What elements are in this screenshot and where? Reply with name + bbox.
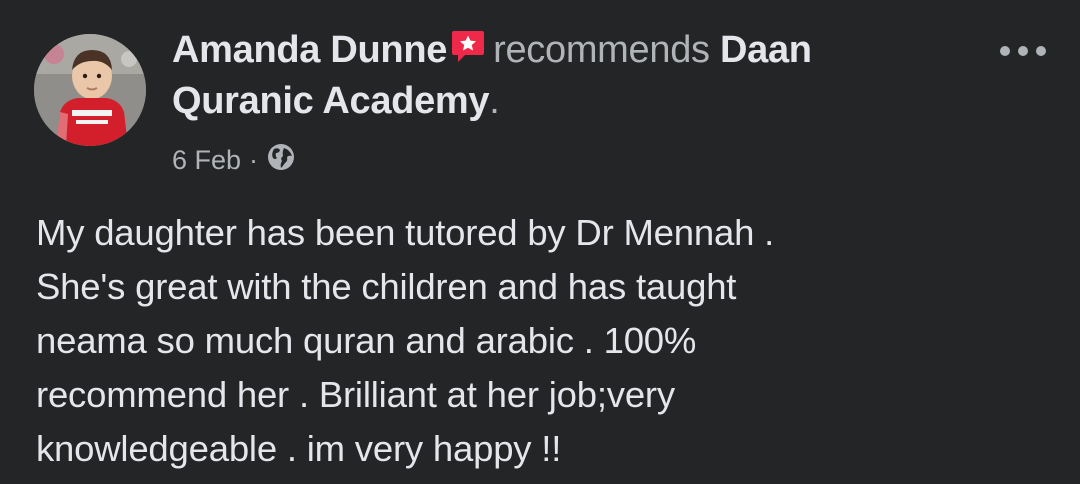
recommendation-badge-icon [451,29,485,77]
review-line: She's great with the children and has ta… [36,266,737,307]
more-dot-icon [1018,46,1028,56]
more-dot-icon [1036,46,1046,56]
header-period: . [489,80,500,122]
globe-icon[interactable] [266,142,296,179]
review-line: neama so much quran and arabic . 100% [36,320,697,361]
review-text: My daughter has been tutored by Dr Menna… [36,206,1046,476]
review-line: knowledgeable . im very happy !! [36,428,562,469]
more-dot-icon [1000,46,1010,56]
page-name-line1: Daan [720,29,812,71]
post-meta: 6 Feb · [172,140,296,180]
avatar-photo [34,34,146,146]
review-line: My daughter has been tutored by Dr Menna… [36,212,775,253]
author-name-link[interactable]: Amanda Dunne [172,29,447,71]
post-header: Amanda Dunne recommends Daan Quranic Acade… [172,26,952,125]
review-line: recommend her . Brilliant at her job;ver… [36,374,675,415]
meta-separator: · [249,144,259,175]
author-avatar[interactable] [34,34,146,146]
recommends-label: recommends [493,29,710,71]
recommendation-post: Amanda Dunne recommends Daan Quranic Acade… [0,0,1080,484]
post-date-link[interactable]: 6 Feb [172,145,241,176]
more-options-button[interactable] [990,36,1056,66]
page-name-line2: Quranic Academy [172,80,490,122]
